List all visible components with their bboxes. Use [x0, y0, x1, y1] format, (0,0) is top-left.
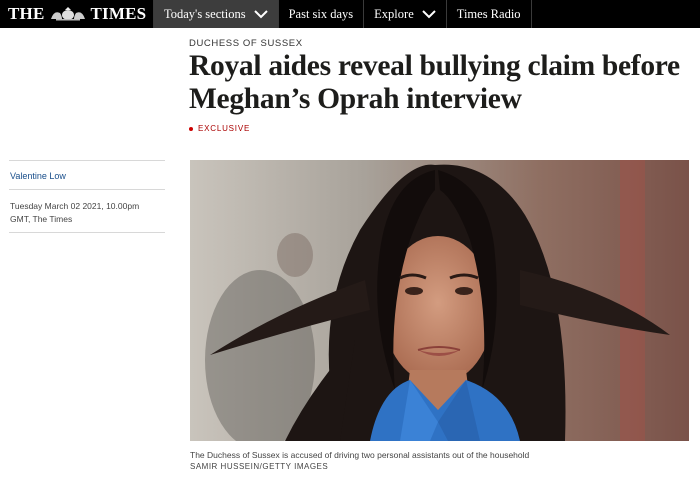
author-link[interactable]: Valentine Low	[10, 171, 66, 181]
dateline: Tuesday March 02 2021, 10.00pm GMT, The …	[10, 201, 140, 224]
divider	[9, 189, 165, 190]
nav-todays-sections[interactable]: Today's sections	[153, 0, 278, 28]
article-photo[interactable]	[190, 160, 689, 441]
nav-times-radio-label: Times Radio	[456, 6, 521, 21]
section-label[interactable]: DUCHESS OF SUSSEX	[189, 38, 303, 49]
nav-explore-label: Explore	[374, 6, 414, 21]
royal-crest-icon	[50, 7, 85, 21]
divider	[9, 232, 165, 233]
divider	[9, 160, 165, 161]
nav-explore[interactable]: Explore	[363, 0, 446, 28]
bullet-icon	[189, 126, 193, 131]
nav-times-radio[interactable]: Times Radio	[445, 0, 532, 28]
nav-todays-sections-label: Today's sections	[164, 6, 246, 21]
top-nav-bar: THE TIMES Today's sections Past six days…	[0, 0, 700, 28]
photo-caption: The Duchess of Sussex is accused of driv…	[190, 450, 530, 460]
logo-text-right: TIMES	[90, 4, 147, 23]
headline: Royal aides reveal bullying claim before…	[189, 50, 680, 115]
nav-past-six-days[interactable]: Past six days	[277, 0, 364, 28]
nav-past-six-days-label: Past six days	[288, 6, 354, 21]
portrait-photo-icon	[190, 160, 689, 441]
photo-credit: SAMIR HUSSEIN/GETTY IMAGES	[190, 462, 329, 471]
logo-text-left: THE	[8, 4, 45, 23]
exclusive-tag: EXCLUSIVE	[189, 124, 250, 133]
times-logo[interactable]: THE TIMES	[0, 0, 153, 28]
chevron-down-icon	[253, 9, 268, 18]
chevron-down-icon	[422, 9, 436, 18]
exclusive-tag-label: EXCLUSIVE	[198, 124, 251, 133]
